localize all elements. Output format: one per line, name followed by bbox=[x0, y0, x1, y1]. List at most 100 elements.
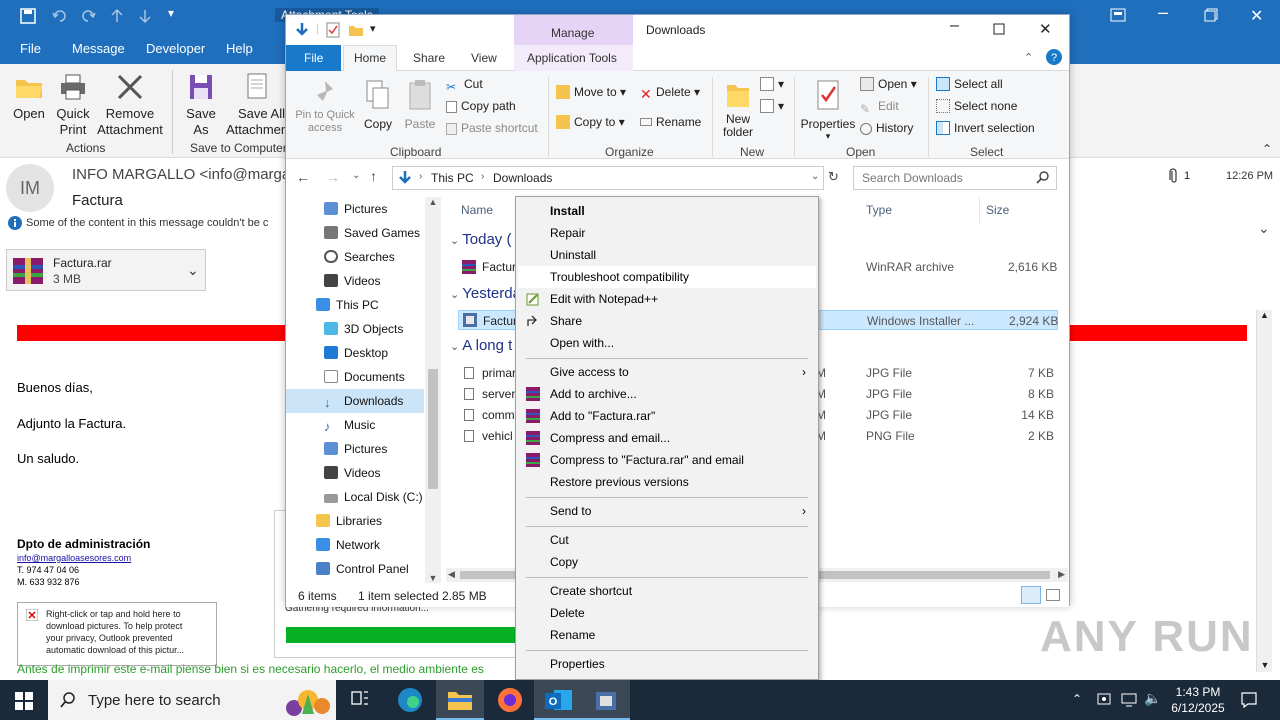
scroll-thumb[interactable] bbox=[428, 369, 438, 489]
notification-icon[interactable] bbox=[1240, 691, 1258, 709]
new-folder-button[interactable]: New folder bbox=[720, 79, 756, 139]
new-folder-qat-icon[interactable] bbox=[348, 22, 364, 38]
menu-item-share[interactable]: Share bbox=[518, 310, 816, 332]
arrow-up-icon[interactable] bbox=[110, 8, 124, 24]
volume-icon[interactable]: 🔈 bbox=[1144, 690, 1161, 707]
expand-header-icon[interactable]: ⌄ bbox=[1258, 220, 1270, 237]
save-as-button[interactable]: Save As bbox=[182, 72, 220, 138]
menu-item-give-access[interactable]: Give access to › bbox=[518, 361, 816, 383]
select-none-button[interactable]: Select none bbox=[936, 99, 1017, 113]
save-all-attachments-button[interactable]: Save All Attachmen bbox=[226, 72, 288, 138]
edge-icon[interactable] bbox=[386, 680, 434, 720]
scroll-up-icon[interactable]: ▲ bbox=[425, 197, 441, 207]
chevron-up-icon[interactable]: ⌃ bbox=[1024, 51, 1033, 64]
menu-item-compress-email[interactable]: Compress and email... bbox=[518, 427, 816, 449]
tray-overflow-icon[interactable]: ⌃ bbox=[1072, 692, 1082, 706]
recent-locations-icon[interactable]: ⌄ bbox=[352, 170, 360, 181]
nav-item-videos[interactable]: Videos bbox=[286, 269, 424, 293]
invert-selection-button[interactable]: Invert selection bbox=[936, 121, 1035, 135]
nav-scrollbar[interactable]: ▲ ▼ bbox=[425, 197, 441, 583]
nav-item-downloads[interactable]: ↓ Downloads bbox=[286, 389, 424, 413]
menu-item-troubleshoot[interactable]: Troubleshoot compatibility bbox=[518, 266, 816, 288]
move-to-button[interactable]: Move to ▾ bbox=[556, 85, 626, 99]
menu-item-create-shortcut[interactable]: Create shortcut bbox=[518, 580, 816, 602]
scroll-right-icon[interactable]: ▶ bbox=[1058, 569, 1065, 580]
menu-item-cut[interactable]: Cut bbox=[518, 529, 816, 551]
nav-item-saved-games[interactable]: Saved Games bbox=[286, 221, 424, 245]
menu-item-restore-versions[interactable]: Restore previous versions bbox=[518, 471, 816, 493]
menu-item-compress-factura-email[interactable]: Compress to "Factura.rar" and email bbox=[518, 449, 816, 471]
taskbar-search-box[interactable]: Type here to search bbox=[48, 680, 336, 720]
rename-button[interactable]: Rename bbox=[640, 115, 701, 129]
menu-item-copy[interactable]: Copy bbox=[518, 551, 816, 573]
cut-button[interactable]: ✂ Cut bbox=[446, 77, 483, 94]
clock-date[interactable]: 6/12/2025 bbox=[1166, 701, 1230, 715]
scroll-left-icon[interactable]: ◀ bbox=[448, 569, 455, 580]
properties-button[interactable]: Properties ▾ bbox=[800, 79, 856, 142]
installer-taskbar-icon[interactable] bbox=[582, 680, 630, 720]
attachment-card[interactable]: Factura.rar 3 MB ⌄ bbox=[6, 249, 206, 291]
nav-item-3d-objects[interactable]: 3D Objects bbox=[286, 317, 424, 341]
tab-home[interactable]: Home bbox=[354, 51, 386, 65]
nav-item-videos-2[interactable]: Videos bbox=[286, 461, 424, 485]
address-dropdown-icon[interactable]: ⌄ bbox=[811, 171, 819, 182]
easy-access-icon[interactable]: ▾ bbox=[760, 99, 784, 113]
windows-start-icon[interactable] bbox=[15, 692, 33, 710]
network-icon[interactable] bbox=[1120, 691, 1138, 707]
menu-item-notepad[interactable]: Edit with Notepad++ bbox=[518, 288, 816, 310]
menu-item-install[interactable]: Install bbox=[518, 200, 816, 222]
file-explorer-taskbar-icon[interactable] bbox=[436, 680, 484, 720]
tab-file[interactable]: File bbox=[304, 51, 323, 65]
nav-item-network[interactable]: Network bbox=[286, 533, 424, 557]
open-button[interactable]: Open ▾ bbox=[860, 77, 917, 91]
menu-item-uninstall[interactable]: Uninstall bbox=[518, 244, 816, 266]
tab-file[interactable]: File bbox=[20, 41, 41, 56]
clock-time[interactable]: 1:43 PM bbox=[1170, 685, 1226, 699]
scroll-up-icon[interactable]: ▲ bbox=[1257, 310, 1272, 320]
help-icon[interactable]: ? bbox=[1046, 49, 1062, 65]
column-type[interactable]: Type bbox=[866, 203, 892, 217]
properties-qat-icon[interactable] bbox=[326, 22, 340, 38]
nav-item-pictures-2[interactable]: Pictures bbox=[286, 437, 424, 461]
collapse-ribbon-icon[interactable]: ⌃ bbox=[1262, 142, 1272, 156]
menu-item-rename[interactable]: Rename bbox=[518, 624, 816, 646]
nav-item-local-disk[interactable]: Local Disk (C:) bbox=[286, 485, 424, 509]
nav-item-music[interactable]: ♪ Music bbox=[286, 413, 424, 437]
refresh-icon[interactable]: ↻ bbox=[828, 169, 839, 185]
open-button[interactable]: Open bbox=[8, 72, 50, 122]
info-bar-text[interactable]: Some of the content in this message coul… bbox=[26, 217, 268, 229]
quick-print-button[interactable]: Quick Print bbox=[52, 72, 94, 138]
nav-item-control-panel[interactable]: Control Panel bbox=[286, 557, 424, 581]
tray-device-icon[interactable] bbox=[1096, 691, 1112, 707]
redo-icon[interactable] bbox=[80, 8, 96, 24]
menu-item-delete[interactable]: Delete bbox=[518, 602, 816, 624]
address-bar[interactable]: › This PC › Downloads ⌄ bbox=[392, 166, 824, 190]
menu-item-open-with[interactable]: Open with... bbox=[518, 332, 816, 354]
copy-path-button[interactable]: Copy path bbox=[446, 99, 516, 113]
forward-icon[interactable]: → bbox=[326, 169, 340, 185]
tab-message[interactable]: Message bbox=[72, 41, 125, 56]
ribbon-display-icon[interactable] bbox=[1110, 8, 1126, 22]
new-item-icon[interactable]: ▾ bbox=[760, 77, 784, 91]
minimize-icon[interactable]: – bbox=[1158, 2, 1168, 23]
nav-item-desktop[interactable]: Desktop bbox=[286, 341, 424, 365]
paste-shortcut-button[interactable]: Paste shortcut bbox=[446, 121, 538, 135]
attachment-dropdown-icon[interactable]: ⌄ bbox=[187, 262, 199, 279]
minimize-icon[interactable]: – bbox=[950, 17, 959, 35]
breadcrumb-this-pc[interactable]: This PC bbox=[431, 171, 474, 185]
column-name[interactable]: Name bbox=[461, 203, 493, 217]
nav-item-searches[interactable]: Searches bbox=[286, 245, 424, 269]
tab-developer[interactable]: Developer bbox=[146, 41, 205, 56]
close-icon[interactable]: ✕ bbox=[1250, 6, 1263, 26]
copy-button[interactable]: Copy bbox=[362, 79, 394, 131]
menu-item-properties[interactable]: Properties bbox=[518, 653, 816, 675]
details-view-icon[interactable] bbox=[1021, 586, 1041, 604]
save-icon[interactable] bbox=[20, 8, 36, 24]
paste-button[interactable]: Paste bbox=[402, 79, 438, 131]
remove-attachment-button[interactable]: Remove Attachment bbox=[96, 72, 164, 138]
menu-item-repair[interactable]: Repair bbox=[518, 222, 816, 244]
menu-item-send-to[interactable]: Send to › bbox=[518, 500, 816, 522]
menu-item-add-archive[interactable]: Add to archive... bbox=[518, 383, 816, 405]
delete-button[interactable]: ✕ Delete ▾ bbox=[640, 85, 700, 101]
group-header-today[interactable]: ⌄ Today ( bbox=[450, 231, 511, 248]
